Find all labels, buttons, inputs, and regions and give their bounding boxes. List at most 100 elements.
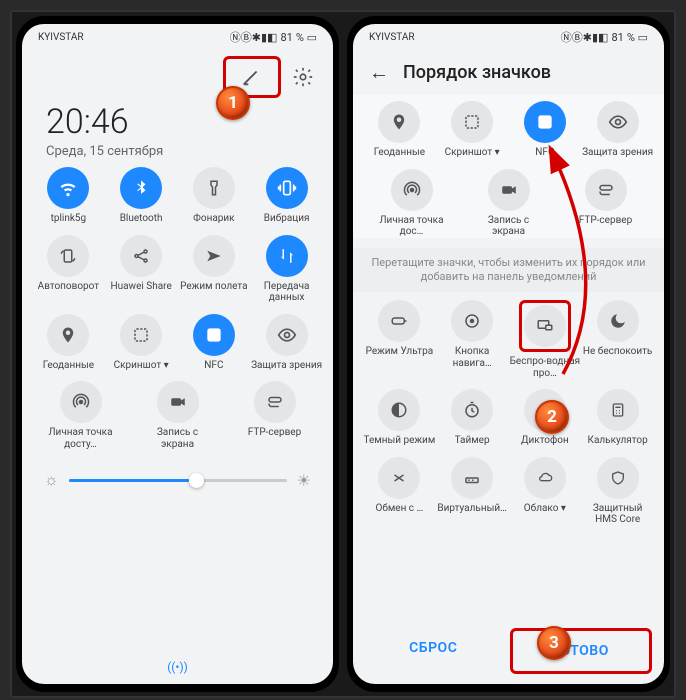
tile-eye[interactable]: Защита зрения	[251, 314, 323, 372]
phone-left: KYIVSTAR ⓃⒷ✱▮◧ 81% ▭ 20:46 Среда, 15 сен…	[16, 16, 339, 692]
tile-label: Виртуальный…	[437, 503, 506, 515]
rec-icon	[488, 169, 530, 211]
virt-icon	[451, 457, 493, 499]
tile-label: Скриншот ▾	[445, 147, 500, 159]
hotspot-icon	[391, 169, 433, 211]
dnd-icon	[597, 300, 639, 342]
tile-label: Темный режим	[363, 435, 435, 447]
tile-bt[interactable]: Bluetooth	[105, 167, 177, 225]
tile-hotspot[interactable]: Личная точка досту…	[45, 381, 117, 450]
loc-icon	[378, 101, 420, 143]
tile-label: Обмен с …	[376, 503, 424, 515]
perf-icon	[378, 300, 420, 342]
cast-icon	[524, 305, 566, 347]
tile-share[interactable]: Huawei Share	[105, 235, 177, 304]
status-icons: ⓃⒷ✱▮◧ 81% ▭	[561, 29, 648, 45]
cloud-icon	[524, 457, 566, 499]
tile-dnd[interactable]: Не беспокоить	[582, 300, 654, 379]
callout-1: 1	[216, 86, 250, 120]
tile-label: Личная точка дос…	[376, 215, 448, 238]
tile-loc[interactable]: Геоданные	[32, 314, 104, 372]
status-bar: KYIVSTAR ⓃⒷ✱▮◧ 81% ▭	[353, 24, 664, 48]
tile-label: Облако ▾	[524, 503, 566, 515]
shot-icon	[451, 101, 493, 143]
tile-ftp[interactable]: FTP-сервер	[239, 381, 311, 450]
bt-icon	[120, 167, 162, 209]
back-icon[interactable]: ←	[369, 60, 389, 85]
tile-label: Калькулятор	[588, 435, 648, 447]
reset-button[interactable]: СБРОС	[365, 628, 502, 674]
share-icon	[120, 235, 162, 277]
tile-dark[interactable]: Темный режим	[363, 389, 435, 447]
tile-nav[interactable]: Кнопка навига…	[436, 300, 508, 379]
tile-torch[interactable]: Фонарик	[178, 167, 250, 225]
panel-indicator-icon: ((•))	[22, 654, 333, 680]
wifi-icon	[47, 167, 89, 209]
rotate-icon	[47, 235, 89, 277]
tile-rotate[interactable]: Автоповорот	[32, 235, 104, 304]
brightness-low-icon: ☼	[44, 470, 59, 490]
tile-label: NFC	[204, 360, 223, 372]
settings-icon[interactable]	[291, 65, 315, 89]
tile-label: Huawei Share	[110, 281, 171, 293]
tile-timer[interactable]: Таймер	[436, 389, 508, 447]
tile-label: Не беспокоить	[583, 346, 652, 358]
shot-icon	[120, 314, 162, 356]
tile-nfc[interactable]: NFC	[178, 314, 250, 372]
time: 20:46	[46, 102, 309, 142]
carrier: KYIVSTAR	[38, 32, 84, 43]
done-button[interactable]: ГОТОВО	[510, 628, 653, 674]
tile-calc[interactable]: Калькулятор	[582, 389, 654, 447]
tile-nfc[interactable]: NFC	[509, 101, 581, 159]
phone-right: KYIVSTAR ⓃⒷ✱▮◧ 81% ▭ ← Порядок значков Г…	[347, 16, 670, 692]
tile-label: Запись с экрана	[473, 215, 545, 238]
tile-label: tplink5g	[51, 213, 87, 225]
tile-label: Диктофон	[521, 435, 569, 447]
tile-rec[interactable]: Запись с экрана	[142, 381, 214, 450]
tile-label: FTP-сервер	[248, 427, 301, 439]
tile-label: Вибрация	[264, 213, 310, 225]
tile-perf[interactable]: Режим Ультра	[363, 300, 435, 379]
ftp-icon	[585, 169, 627, 211]
tile-label: Фонарик	[193, 213, 234, 225]
tile-label: FTP-сервер	[579, 215, 632, 227]
tile-eye[interactable]: Защита зрения	[582, 101, 654, 159]
tile-label: Запись с экрана	[142, 427, 214, 450]
tile-cast[interactable]: Беспро-водная про…	[509, 300, 581, 379]
tile-shot[interactable]: Скриншот ▾	[436, 101, 508, 159]
nav-icon	[451, 300, 493, 342]
page-title: Порядок значков	[403, 62, 551, 83]
calc-icon	[597, 389, 639, 431]
tile-label: Геоданные	[43, 360, 94, 372]
tile-shield[interactable]: Защитный HMS Core	[582, 457, 654, 526]
tile-label: Режим Ультра	[366, 346, 434, 358]
eye-icon	[597, 101, 639, 143]
plane-icon	[193, 235, 235, 277]
tile-rec[interactable]: Запись с экрана	[473, 169, 545, 238]
edit-icon[interactable]	[240, 65, 264, 89]
tile-vib[interactable]: Вибрация	[251, 167, 323, 225]
tile-virt[interactable]: Виртуальный…	[436, 457, 508, 526]
timer-icon	[451, 389, 493, 431]
tile-loc[interactable]: Геоданные	[363, 101, 435, 159]
vib-icon	[266, 167, 308, 209]
tile-hotspot[interactable]: Личная точка дос…	[376, 169, 448, 238]
tile-label: Защита зрения	[251, 360, 322, 372]
loc-icon	[47, 314, 89, 356]
active-icons-grid: Геоданные Скриншот ▾ NFC Защита зрения Лична…	[353, 95, 664, 238]
tile-shot[interactable]: Скриншот ▾	[105, 314, 177, 372]
tile-label: Скриншот ▾	[114, 360, 169, 372]
tile-label: NFC	[535, 147, 554, 159]
tile-data[interactable]: Передача данных	[251, 235, 323, 304]
tile-nearby[interactable]: Обмен с …	[363, 457, 435, 526]
tile-cloud[interactable]: Облако ▾	[509, 457, 581, 526]
tile-plane[interactable]: Режим полета	[178, 235, 250, 304]
drag-hint: Перетащите значки, чтобы изменить их пор…	[353, 248, 664, 293]
torch-icon	[193, 167, 235, 209]
tile-label: Защитный HMS Core	[582, 503, 654, 526]
tile-label: Режим полета	[180, 281, 247, 293]
tile-wifi[interactable]: tplink5g	[32, 167, 104, 225]
tile-label: Автоповорот	[38, 281, 99, 293]
tile-ftp[interactable]: FTP-сервер	[570, 169, 642, 238]
brightness-slider[interactable]: ☼ ☀	[22, 460, 333, 500]
